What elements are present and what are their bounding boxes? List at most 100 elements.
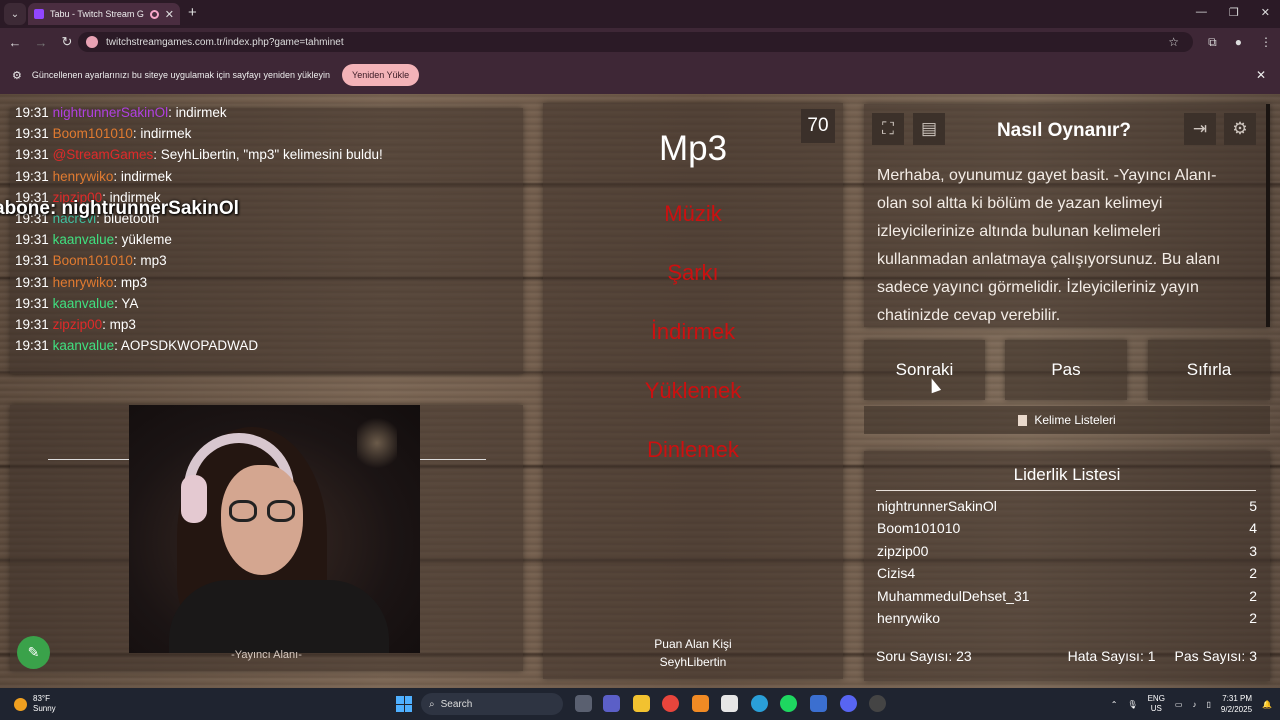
forward-icon[interactable]: → xyxy=(30,35,52,50)
network-icon[interactable]: ▭ xyxy=(1175,700,1183,709)
close-tab-icon[interactable]: ✕ xyxy=(165,8,174,21)
volume-icon[interactable]: ♪ xyxy=(1192,700,1196,709)
app-icon[interactable] xyxy=(869,695,886,712)
divider-right xyxy=(420,459,486,460)
exit-icon[interactable]: ⇥ xyxy=(1184,113,1216,145)
region-code[interactable]: US xyxy=(1148,704,1165,714)
site-info-icon[interactable] xyxy=(86,36,98,48)
settings-icon[interactable]: ⚙ xyxy=(1224,113,1256,145)
language-code[interactable]: ENG xyxy=(1148,694,1165,704)
app-icon[interactable] xyxy=(692,695,709,712)
recording-icon xyxy=(149,9,159,19)
tab-search-button[interactable]: ⌄ xyxy=(4,3,26,25)
url-field[interactable]: twitchstreamgames.com.tr/index.php?game=… xyxy=(78,32,1193,52)
app-icon[interactable] xyxy=(810,695,827,712)
chevron-up-icon[interactable]: ⌃ xyxy=(1111,700,1118,709)
task-view-icon[interactable] xyxy=(575,695,592,712)
chat-timestamp: 19:31 xyxy=(15,274,49,290)
infobar-message: Güncellenen ayarlarınızı bu siteye uygul… xyxy=(31,70,331,80)
tab-title: Tabu - Twitch Stream Games xyxy=(50,9,144,19)
temperature: 83°F xyxy=(33,694,50,703)
player-name: nightrunnerSakinOl xyxy=(877,498,997,514)
edge-icon[interactable] xyxy=(751,695,768,712)
chat-text: : yükleme xyxy=(114,232,172,248)
chrome-icon[interactable] xyxy=(662,695,679,712)
forbidden-word: Müzik xyxy=(664,201,722,226)
twitch-icon xyxy=(34,9,44,19)
chat-text: : YA xyxy=(114,295,139,311)
minimize-icon[interactable]: — xyxy=(1196,6,1207,19)
chat-username[interactable]: henrywiko xyxy=(53,275,114,290)
weather-condition: Sunny xyxy=(33,704,56,713)
windows-start-icon[interactable] xyxy=(396,696,412,712)
back-icon[interactable]: ← xyxy=(4,35,26,50)
chat-message: 19:31 zipzip00: mp3 xyxy=(15,317,136,332)
chat-username[interactable]: Boom101010 xyxy=(53,126,133,141)
leaderboard-row: Boom101010 4 xyxy=(877,520,1257,536)
chat-message: 19:31 kaanvalue: YA xyxy=(15,296,138,311)
close-infobar-icon[interactable]: ✕ xyxy=(1256,68,1266,82)
leaderboard-row: Cizis4 2 xyxy=(877,565,1257,581)
chat-username[interactable]: zipzip00 xyxy=(53,317,103,332)
profile-avatar-icon[interactable]: ● xyxy=(1235,35,1242,50)
chat-username[interactable]: nightrunnerSakinOl xyxy=(53,105,169,120)
pencil-icon: ✎ xyxy=(27,644,40,660)
menu-icon[interactable]: ⋮ xyxy=(1260,35,1272,50)
word-lists-button[interactable]: Kelime Listeleri xyxy=(864,406,1270,434)
chat-username[interactable]: @StreamGames xyxy=(53,147,154,162)
target-word: Mp3 xyxy=(658,129,728,168)
streamer-area-caption: -Yayıncı Alanı- xyxy=(231,649,302,661)
subscriber-overlay: abone: nightrunnerSakinOl xyxy=(0,198,239,219)
new-tab-button[interactable]: + xyxy=(188,4,197,21)
game-stats: Soru Sayısı: 23 Hata Sayısı: 1 Pas Sayıs… xyxy=(876,648,1257,664)
chat-message: 19:31 @StreamGames: SeyhLibertin, "mp3" … xyxy=(15,147,383,162)
chat-username[interactable]: kaanvalue xyxy=(53,296,115,311)
sun-icon xyxy=(14,697,27,711)
point-winner-label: Puan Alan Kişi xyxy=(654,637,732,651)
discord-icon[interactable] xyxy=(840,695,857,712)
chat-text: : mp3 xyxy=(113,274,148,290)
chat-message: 19:31 Boom101010: indirmek xyxy=(15,126,191,141)
system-tray: ⌃ 🎙 ENG US ▭ ♪ ▯ 7:31 PM 9/2/2025 🔔 xyxy=(1111,693,1272,715)
teams-icon[interactable] xyxy=(603,695,620,712)
notification-icon[interactable]: 🔔 xyxy=(1262,700,1272,709)
close-window-icon[interactable]: ✕ xyxy=(1261,6,1270,19)
pencil-button[interactable]: ✎ xyxy=(17,636,50,669)
spotify-icon[interactable] xyxy=(780,695,797,712)
tab-bar: ⌄ Tabu - Twitch Stream Games ✕ + — ❐ ✕ xyxy=(0,0,1280,28)
bookmark-star-icon[interactable]: ☆ xyxy=(1168,35,1179,49)
clock-time[interactable]: 7:31 PM xyxy=(1221,693,1252,704)
restore-icon[interactable]: ❐ xyxy=(1229,6,1239,19)
extensions-icon[interactable]: ⧉ xyxy=(1208,35,1217,50)
pass-button[interactable]: Pas xyxy=(1005,340,1127,400)
notepad-icon[interactable] xyxy=(721,695,738,712)
chat-timestamp: 19:31 xyxy=(15,126,49,142)
player-score: 3 xyxy=(1249,542,1257,559)
chat-text: : indirmek xyxy=(168,105,227,120)
reset-button[interactable]: Sıfırla xyxy=(1148,340,1270,400)
book-icon xyxy=(1018,414,1028,426)
chat-timestamp: 19:31 xyxy=(15,253,49,269)
search-label: Search xyxy=(440,698,473,710)
next-button[interactable]: Sonraki xyxy=(864,340,985,400)
browser-tab[interactable]: Tabu - Twitch Stream Games ✕ xyxy=(28,3,180,25)
scrollbar[interactable] xyxy=(1266,104,1270,327)
file-explorer-icon[interactable] xyxy=(633,695,650,712)
chat-timestamp: 19:31 xyxy=(15,147,49,163)
reload-page-button[interactable]: Yeniden Yükle xyxy=(342,64,420,86)
chat-timestamp: 19:31 xyxy=(15,232,49,248)
weather-widget[interactable]: 83°F Sunny xyxy=(14,694,56,714)
chat-username[interactable]: kaanvalue xyxy=(53,338,115,353)
taskbar-search[interactable]: ⌕ Search xyxy=(421,693,563,715)
battery-icon[interactable]: ▯ xyxy=(1206,700,1210,709)
chat-username[interactable]: Boom101010 xyxy=(53,253,133,268)
chat-username[interactable]: kaanvalue xyxy=(53,232,115,247)
webcam-feed xyxy=(129,405,420,653)
how-to-play-panel: ⛶ ▤ Nasıl Oynanır? ⇥ ⚙ Merhaba, oyunumuz… xyxy=(864,104,1270,327)
reload-infobar: ⚙ Güncellenen ayarlarınızı bu siteye uyg… xyxy=(0,56,1280,94)
chat-username[interactable]: henrywiko xyxy=(53,169,114,184)
reload-icon[interactable]: ↻ xyxy=(56,34,78,50)
chat-text: : SeyhLibertin, "mp3" kelimesini buldu! xyxy=(153,147,383,163)
clock-date[interactable]: 9/2/2025 xyxy=(1221,704,1252,715)
microphone-icon[interactable]: 🎙 xyxy=(1127,700,1137,709)
